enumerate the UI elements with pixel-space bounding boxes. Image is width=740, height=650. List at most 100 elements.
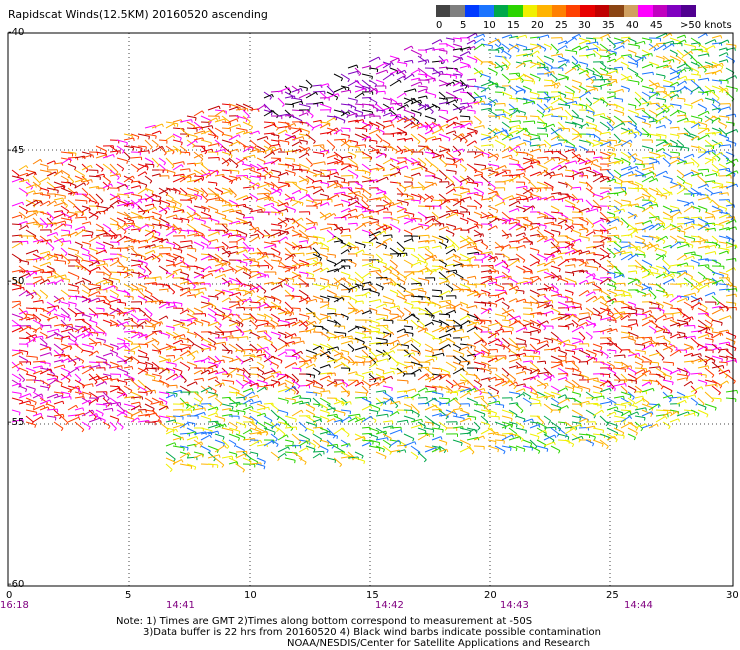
wind-barb-2112: [144, 236, 155, 243]
wind-barb-feather-1928: [650, 220, 653, 224]
wind-barb-feather-4: [483, 34, 486, 38]
wind-barb-1242: [74, 175, 83, 180]
wind-barb-feather-614: [707, 110, 710, 115]
wind-barb-811: [697, 127, 709, 135]
wind-barb-1572: [242, 196, 252, 201]
wind-barb-feather-2348: [160, 254, 163, 258]
wind-barb-1505: [319, 193, 329, 197]
wind-barb-feather-864: [589, 142, 591, 146]
wind-barb-feather-1660: [294, 209, 296, 213]
wind-barb-712: [445, 122, 455, 129]
wind-barb-1312: [683, 171, 693, 177]
wind-barb-feather-945: [75, 153, 77, 157]
wind-barb-435: [606, 95, 616, 99]
wind-barb-feather-1221: [611, 176, 615, 180]
wind-barb-1619: [634, 195, 644, 201]
wind-barb-1088: [39, 163, 49, 167]
wind-barb-1518: [438, 193, 447, 200]
wind-barb-feather-1508: [359, 191, 361, 195]
wind-barb-feather-1599: [469, 196, 472, 200]
wind-barb-670: [655, 116, 667, 123]
wind-barb-2099: [46, 241, 55, 249]
wind-barb-586: [438, 115, 449, 121]
wind-barb-feather-2100: [62, 238, 65, 242]
wind-barb-130: [641, 53, 652, 57]
wind-barb-1823: [396, 214, 409, 219]
wind-barb-1718: [102, 205, 113, 213]
wind-barb-feather-855: [510, 134, 514, 138]
wind-barb-1876: [130, 223, 142, 229]
wind-barb-feather-1400: [83, 182, 87, 186]
wind-barb-feather-504: [218, 105, 221, 110]
wind-barb-1245: [95, 173, 105, 177]
wind-barb-1175: [179, 168, 190, 171]
wind-barb-1665: [333, 203, 343, 207]
wind-barb-feather-784: [474, 131, 477, 135]
wind-barb-399: [277, 97, 285, 105]
wind-barb-feather-1811: [296, 224, 300, 228]
wind-barb-1440: [424, 182, 436, 189]
wind-barb-feather-2334: [47, 254, 50, 258]
wind-barb-1417: [214, 187, 223, 193]
wind-barb-1533: [592, 193, 604, 198]
wind-barb-feather-1578: [301, 202, 304, 206]
wind-barb-feather-1692: [618, 210, 622, 214]
wind-barb-feather-759: [277, 135, 280, 139]
wind-barb-feather-337: [652, 88, 654, 93]
wind-barb-2366: [298, 259, 310, 265]
wind-barb-2212: [319, 247, 329, 250]
wind-barb-1939: [18, 224, 28, 231]
wind-barb-feather-232: [455, 75, 458, 79]
wind-barb-2135: [333, 240, 343, 243]
wind-barb-feather-36: [491, 45, 493, 49]
wind-barb-1232: [718, 167, 730, 171]
wind-barb-feather-453: [309, 106, 311, 110]
wind-barb-feather-16: [607, 34, 610, 38]
wind-barb-feather-1842: [571, 220, 574, 224]
wind-barb-feather-1217: [589, 166, 592, 171]
wind-barb-feather-349: [269, 96, 273, 100]
wind-barb-682: [172, 127, 184, 130]
wind-barb-2314: [536, 253, 548, 260]
wind-barb-feather-2206: [278, 252, 281, 256]
wind-barb-1074: [634, 157, 644, 162]
wind-barb-feather-2289: [319, 257, 322, 262]
wind-barb-443: [676, 97, 686, 100]
wind-barb-feather-226: [404, 70, 407, 74]
wind-barb-feather-1214: [564, 165, 568, 169]
wind-barb-479: [494, 103, 505, 105]
wind-barb-1776: [683, 206, 693, 213]
wind-barb-1522: [466, 192, 478, 195]
wind-barb-505: [214, 109, 227, 112]
wind-barb-1658: [270, 205, 281, 213]
wind-barb-feather-1759: [532, 205, 536, 209]
wind-barb-feather-2083: [643, 239, 646, 243]
wind-barb-658: [522, 120, 535, 123]
wind-barb-1656: [256, 205, 266, 210]
wind-barb-1407: [130, 185, 141, 189]
wind-barb-1655: [242, 205, 253, 210]
wind-barb-2182: [60, 247, 68, 254]
wind-barb-feather-961: [237, 149, 239, 153]
wind-barb-feather-2404: [667, 266, 671, 270]
wind-barb-697: [312, 123, 322, 129]
wind-barb-588: [473, 115, 482, 123]
wind-barb-2072: [550, 235, 560, 244]
wind-barb-1910: [487, 217, 498, 225]
wind-barb-754: [221, 133, 233, 137]
wind-barb-1201: [410, 166, 422, 171]
wind-barb-feather-1153: [677, 159, 680, 163]
wind-barb-1985: [424, 223, 435, 231]
wind-barb-2427: [158, 265, 169, 273]
wind-barb-feather-473: [459, 110, 462, 114]
wind-barb-1944: [74, 226, 85, 231]
wind-barb-1408: [144, 187, 154, 192]
wind-barb-1097: [116, 163, 124, 170]
wind-barb-feather-549: [637, 113, 639, 117]
wind-barb-2103: [81, 241, 91, 245]
wind-barb-785: [480, 133, 492, 137]
wind-barb-feather-1812: [313, 223, 316, 227]
wind-barb-820: [151, 139, 159, 146]
wind-barb-feather-1173: [173, 172, 176, 176]
wind-barb-feather-469: [431, 111, 434, 115]
